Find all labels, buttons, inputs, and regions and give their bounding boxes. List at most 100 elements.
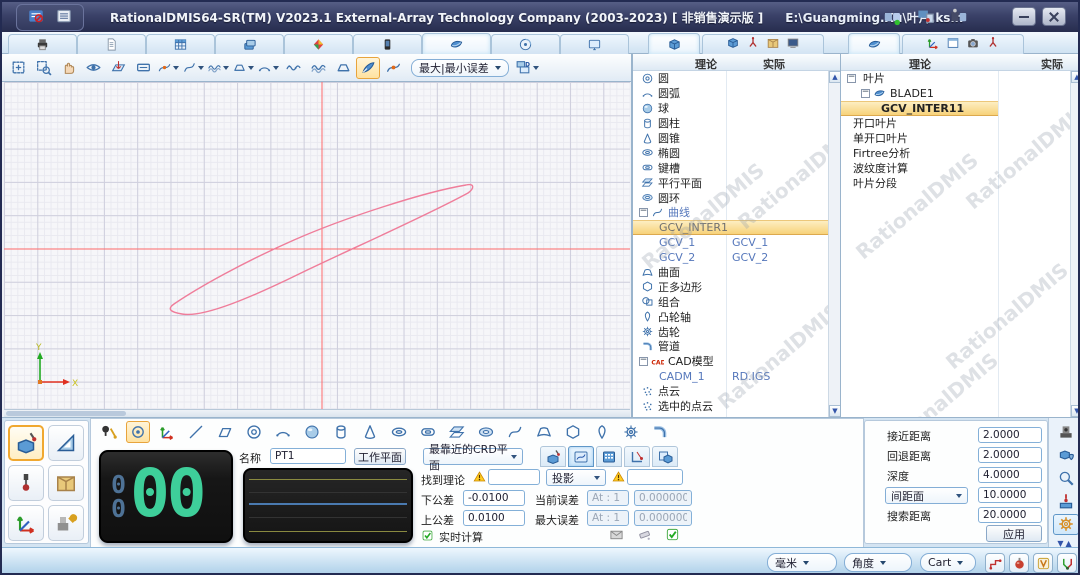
feature-tree-scrollbar[interactable]: ▲ ▼: [828, 71, 840, 417]
monitor-calc-button[interactable]: [916, 7, 935, 29]
wave-button[interactable]: [206, 57, 230, 79]
tab-printer[interactable]: [8, 34, 77, 54]
trapezoid-button[interactable]: [331, 57, 355, 79]
param-input-3[interactable]: [978, 487, 1042, 503]
y-probe-tab-button[interactable]: [986, 36, 1000, 53]
tree-item[interactable]: GCV_1GCV_1: [633, 235, 828, 250]
projection-dropdown[interactable]: 投影: [546, 469, 606, 486]
param-input-0[interactable]: [978, 427, 1042, 443]
ruler-triangle-dock-button[interactable]: [48, 425, 84, 461]
workplane-sel-button[interactable]: [106, 57, 130, 79]
blade-tree-scrollbar[interactable]: ▲ ▼: [1070, 71, 1080, 417]
feature-name-input[interactable]: [270, 448, 346, 464]
tree-item[interactable]: 叶片分段: [841, 175, 1070, 190]
spacing-mode-dropdown[interactable]: 间距面: [885, 487, 968, 504]
machine-link-button[interactable]: [949, 7, 968, 29]
zoom-region-button[interactable]: [31, 57, 55, 79]
app-menu-group[interactable]: [16, 4, 84, 31]
apply-button[interactable]: 应用: [986, 525, 1042, 542]
graph-tab-view-tab[interactable]: [568, 446, 594, 467]
tab-document[interactable]: [77, 34, 146, 54]
tree-item[interactable]: 管道: [633, 339, 828, 354]
tree-item[interactable]: 曲线: [633, 205, 828, 220]
upper-tolerance-input[interactable]: [463, 510, 525, 526]
param-input-2[interactable]: [978, 467, 1042, 483]
tree-item[interactable]: CADCAD模型: [633, 354, 828, 369]
wave2-button[interactable]: [281, 57, 305, 79]
y-probe-tab-button[interactable]: [746, 36, 760, 53]
probe-group-feature-button[interactable]: [97, 421, 121, 443]
curve-probe-button[interactable]: [156, 57, 180, 79]
scroll-thumb[interactable]: [6, 411, 126, 416]
tab-device[interactable]: [353, 34, 422, 54]
tree-item[interactable]: 选中的点云: [633, 399, 828, 414]
actual-column-header[interactable]: 实际: [763, 56, 785, 72]
view-eye-button[interactable]: [81, 57, 105, 79]
collapse-icon[interactable]: [639, 208, 648, 217]
projection-input[interactable]: [627, 469, 683, 485]
collapse-icon[interactable]: [861, 89, 870, 98]
param-input-4[interactable]: [978, 507, 1042, 523]
tree-item[interactable]: BLADE1: [841, 86, 1070, 101]
angle-dropdown[interactable]: 角度: [844, 553, 912, 572]
wave-button[interactable]: [306, 57, 330, 79]
tree-item[interactable]: 组合: [633, 294, 828, 309]
realtime-calc-checkbox[interactable]: 实时计算: [421, 529, 483, 545]
tree-item[interactable]: 曲面: [633, 265, 828, 280]
tab-blade-tools[interactable]: [902, 34, 1024, 54]
tab-spreadsheet[interactable]: [146, 34, 215, 54]
probe-head-dock-button[interactable]: [8, 465, 44, 501]
tree-item[interactable]: 波纹度计算: [841, 160, 1070, 175]
gear-feature-button[interactable]: [619, 421, 643, 443]
tab-feature-tools[interactable]: [702, 34, 824, 54]
graphics-viewport[interactable]: Y X: [4, 82, 630, 409]
tree-item[interactable]: GCV_INTER1: [633, 220, 828, 235]
tab-shell[interactable]: [422, 33, 491, 54]
screen-tab-button[interactable]: [786, 36, 800, 53]
theory-column-header[interactable]: 理论: [909, 56, 931, 72]
workplane-button[interactable]: 工作平面: [354, 448, 406, 465]
axes-xyz-dock-button[interactable]: [8, 505, 44, 541]
tree-item[interactable]: 齿轮: [633, 324, 828, 339]
close-button[interactable]: [1042, 7, 1066, 26]
tree-item[interactable]: 平行平面: [633, 175, 828, 190]
minimize-button[interactable]: [1012, 7, 1036, 26]
curve-probe-button[interactable]: [381, 57, 405, 79]
probe-cube-strip-button[interactable]: [1053, 491, 1079, 512]
machine-strip-button[interactable]: [1053, 421, 1079, 442]
trapezoid-button[interactable]: [231, 57, 255, 79]
cube-tab-button[interactable]: [726, 36, 740, 53]
arc-feature-button[interactable]: [271, 421, 295, 443]
controllers-button[interactable]: [883, 7, 902, 29]
circle-feature-button[interactable]: [242, 421, 266, 443]
coord-system-dropdown[interactable]: Cart: [920, 553, 976, 572]
fit-view-button[interactable]: [6, 57, 30, 79]
line-feature-button[interactable]: [184, 421, 208, 443]
cube-window-view-tab[interactable]: [652, 446, 678, 467]
tree-item[interactable]: GCV_2GCV_2: [633, 250, 828, 265]
ball-tool-status-button[interactable]: [1009, 553, 1029, 573]
tab-disc[interactable]: [491, 34, 560, 54]
collapse-icon[interactable]: [639, 357, 648, 366]
tree-item[interactable]: CADM_1RD.IGS: [633, 369, 828, 384]
tab-feature-active[interactable]: [648, 33, 700, 54]
app-logo-button[interactable]: [27, 7, 45, 28]
scroll-down-icon[interactable]: ▼: [829, 405, 840, 417]
lower-tolerance-input[interactable]: [463, 490, 525, 506]
menu-list-button[interactable]: [55, 7, 73, 28]
cube-probe-view-tab[interactable]: [540, 446, 566, 467]
collapse-icon[interactable]: [847, 74, 856, 83]
crate-tab-button[interactable]: [766, 36, 780, 53]
v-tool-status-button[interactable]: [1033, 553, 1053, 573]
tree-item[interactable]: 单开口叶片: [841, 131, 1070, 146]
scroll-up-icon[interactable]: ▲: [1071, 71, 1080, 83]
gear-settings-strip-button[interactable]: [1053, 514, 1079, 535]
pan-hand-button[interactable]: [56, 57, 80, 79]
theory-column-header[interactable]: 理论: [695, 56, 717, 72]
scroll-up-icon[interactable]: ▲: [829, 71, 840, 83]
airfoil-curve[interactable]: [170, 185, 472, 315]
scroll-down-icon[interactable]: ▼: [1071, 405, 1080, 417]
crate-dock-button[interactable]: [48, 465, 84, 501]
tree-item[interactable]: GCV_INTER11: [841, 101, 998, 116]
actual-column-header[interactable]: 实际: [1041, 56, 1063, 72]
